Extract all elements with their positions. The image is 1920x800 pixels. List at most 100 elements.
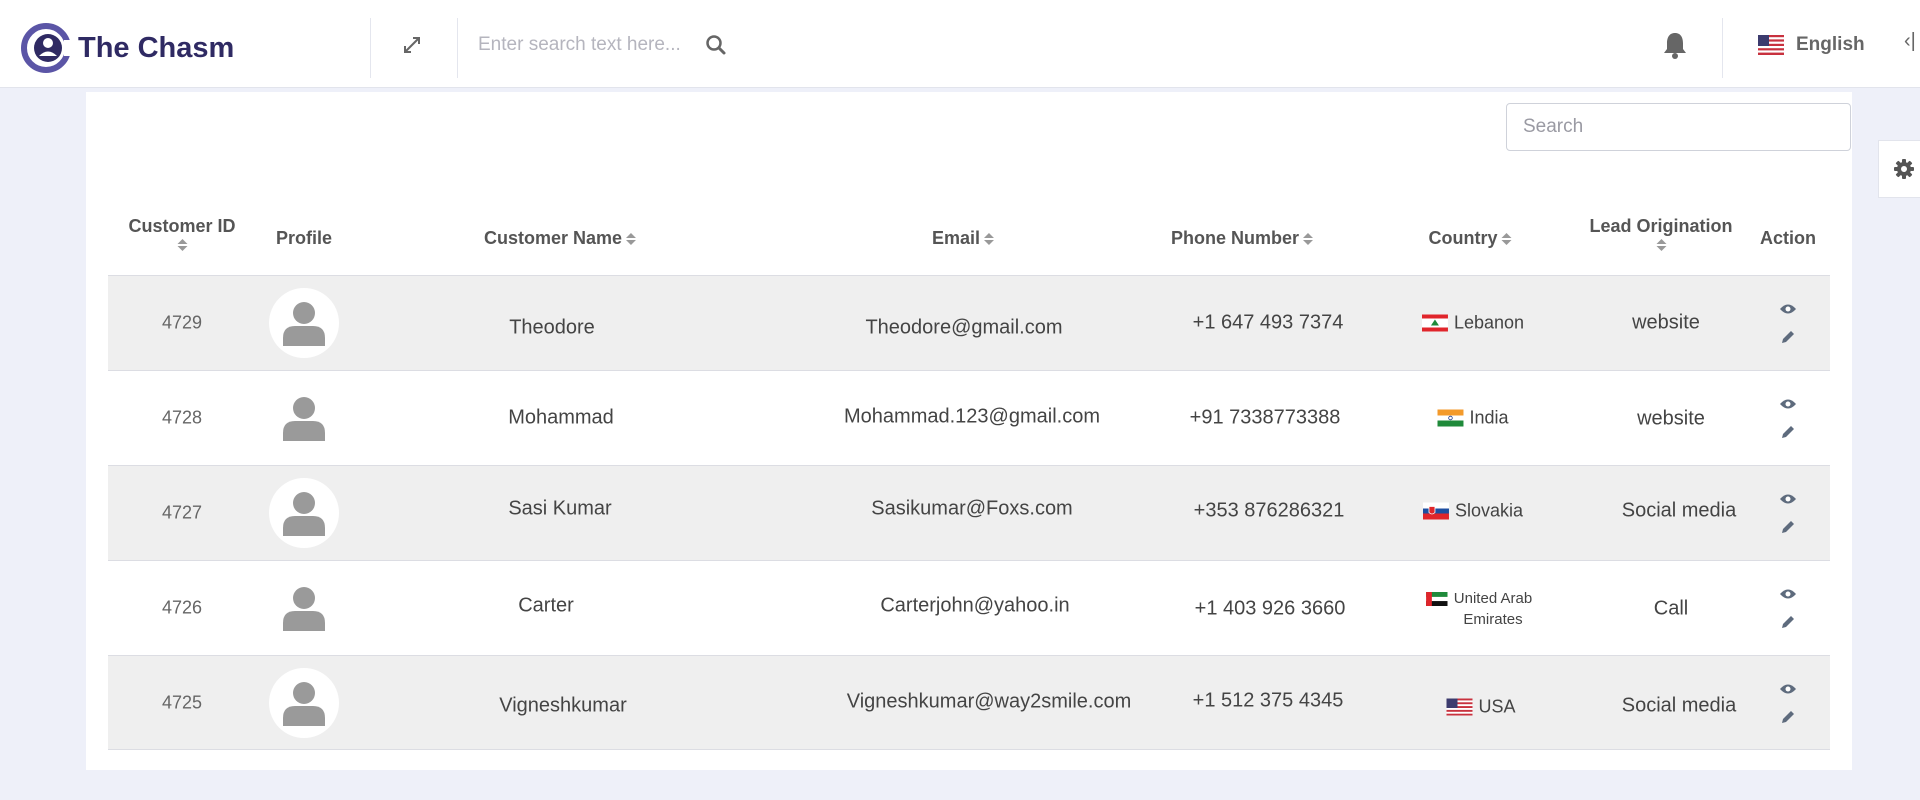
customer-phone: +1 403 926 3660: [1194, 597, 1346, 620]
action-cell: [1779, 681, 1797, 725]
avatar[interactable]: [269, 288, 339, 358]
avatar[interactable]: [269, 668, 339, 738]
logo-icon: [21, 23, 72, 73]
lebanon-flag-icon: [1421, 314, 1448, 332]
view-eye-icon[interactable]: [1779, 586, 1797, 602]
profile-cell: [269, 573, 339, 643]
country-name-line1: United Arab: [1453, 590, 1533, 607]
panel-collapse-icon[interactable]: ‹|: [1904, 30, 1916, 53]
brand[interactable]: The Chasm: [20, 18, 234, 78]
customer-id: 4728: [161, 407, 203, 428]
customer-email: Theodore@gmail.com: [865, 316, 1063, 339]
sort-icon: [1655, 239, 1666, 251]
sort-icon: [176, 239, 187, 251]
customer-phone: +91 7338773388: [1189, 406, 1341, 429]
customer-phone: +353 876286321: [1193, 499, 1345, 522]
column-lead-origination[interactable]: Lead Origination: [1589, 216, 1733, 251]
view-eye-icon[interactable]: [1779, 681, 1797, 697]
sort-icon: [984, 233, 995, 246]
notification-bell-icon[interactable]: [1661, 30, 1689, 60]
lead-origination: Social media: [1621, 694, 1737, 717]
country-name: USA: [1478, 696, 1516, 717]
settings-button[interactable]: [1878, 140, 1920, 198]
country-cell: India: [1437, 407, 1509, 429]
language-selector[interactable]: English: [1758, 30, 1865, 60]
table-header: Customer ID Profile Customer Name Email …: [108, 200, 1830, 275]
customer-name: Sasi Kumar: [508, 497, 612, 520]
column-email[interactable]: Email: [932, 228, 995, 249]
view-eye-icon[interactable]: [1779, 491, 1797, 507]
uae-flag-icon: [1426, 592, 1448, 606]
sort-icon: [626, 233, 637, 246]
country-cell: Lebanon: [1421, 312, 1525, 334]
user-icon: [283, 492, 325, 536]
table-search-input[interactable]: [1506, 103, 1851, 151]
customer-email: Carterjohn@yahoo.in: [880, 594, 1070, 617]
country-name-line2: Emirates: [1463, 611, 1523, 628]
user-icon: [283, 682, 325, 726]
edit-pencil-icon[interactable]: [1779, 329, 1797, 345]
expand-icon: [404, 37, 420, 53]
sort-icon: [1303, 233, 1314, 246]
customer-name: Mohammad: [508, 406, 614, 429]
action-cell: [1779, 491, 1797, 535]
avatar[interactable]: [269, 478, 339, 548]
column-action: Action: [1760, 228, 1816, 248]
sort-icon: [1501, 233, 1512, 246]
customer-name: Carter: [518, 594, 574, 617]
column-customer-name[interactable]: Customer Name: [484, 228, 637, 249]
edit-pencil-icon[interactable]: [1779, 614, 1797, 630]
customer-id: 4729: [161, 312, 203, 333]
profile-cell: [269, 383, 339, 453]
slovakia-flag-icon: [1422, 502, 1449, 520]
lead-origination: website: [1637, 407, 1705, 430]
action-cell: [1779, 396, 1797, 440]
table-row: 4729 Theodore Theodore@gmail.com +1 647 …: [108, 275, 1830, 370]
gear-icon: [1893, 159, 1914, 179]
edit-pencil-icon[interactable]: [1779, 709, 1797, 725]
global-search-input[interactable]: [478, 34, 700, 56]
lead-origination: website: [1632, 311, 1700, 334]
table-row: 4727 Sasi Kumar Sasikumar@Foxs.com +353 …: [108, 465, 1830, 560]
profile-cell: [269, 668, 339, 738]
customer-phone: +1 647 493 7374: [1192, 311, 1344, 334]
country-name: Lebanon: [1453, 312, 1525, 333]
customer-id: 4727: [161, 502, 203, 523]
user-icon: [283, 302, 325, 346]
user-icon: [283, 587, 325, 631]
brand-name: The Chasm: [78, 31, 235, 64]
country-cell: United Arab Emirates: [1426, 588, 1532, 630]
action-cell: [1779, 301, 1797, 345]
lead-origination: Call: [1653, 597, 1689, 620]
lead-origination: Social media: [1621, 499, 1737, 522]
language-label: English: [1796, 34, 1865, 55]
top-bar: The Chasm English ‹|: [0, 0, 1920, 88]
table-row: 4728 Mohammad Mohammad.123@gmail.com +91…: [108, 370, 1830, 465]
country-name: India: [1469, 407, 1509, 428]
column-phone-number[interactable]: Phone Number: [1171, 228, 1314, 249]
customer-email: Mohammad.123@gmail.com: [844, 405, 1100, 428]
table-row: 4726 Carter Carterjohn@yahoo.in +1 403 9…: [108, 560, 1830, 655]
customer-id: 4726: [161, 597, 203, 618]
avatar[interactable]: [269, 383, 339, 453]
customer-email: Vigneshkumar@way2smile.com: [846, 690, 1132, 713]
view-eye-icon[interactable]: [1779, 396, 1797, 412]
fullscreen-button[interactable]: [395, 28, 429, 62]
avatar[interactable]: [269, 573, 339, 643]
global-search: [478, 28, 738, 62]
action-cell: [1779, 586, 1797, 630]
search-icon[interactable]: [704, 33, 728, 57]
column-country[interactable]: Country: [1429, 228, 1512, 249]
column-customer-id[interactable]: Customer ID: [128, 216, 236, 251]
edit-pencil-icon[interactable]: [1779, 519, 1797, 535]
view-eye-icon[interactable]: [1779, 301, 1797, 317]
customer-name: Vigneshkumar: [499, 694, 627, 717]
country-cell: Slovakia: [1422, 500, 1524, 522]
country-name: Slovakia: [1454, 500, 1524, 521]
usa-flag-icon: [1446, 698, 1473, 716]
edit-pencil-icon[interactable]: [1779, 424, 1797, 440]
profile-cell: [269, 288, 339, 358]
column-profile: Profile: [275, 228, 333, 248]
customer-id: 4725: [161, 692, 203, 713]
customer-phone: +1 512 375 4345: [1192, 689, 1344, 712]
